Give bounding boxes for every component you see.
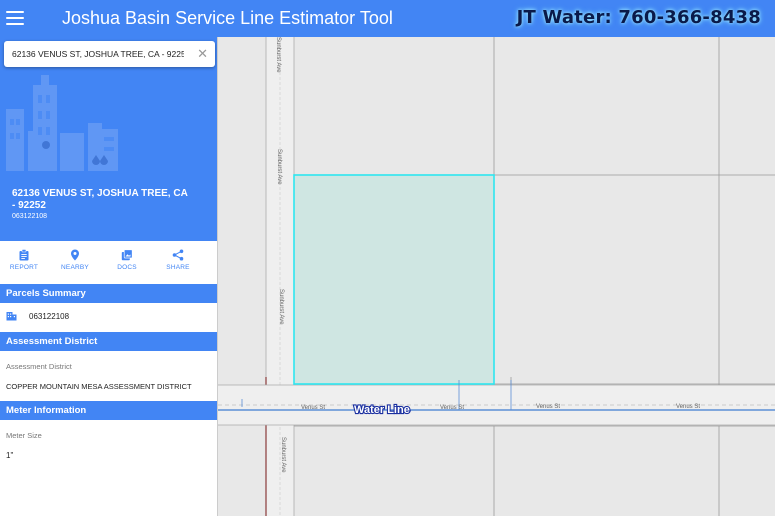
street-label-venus-2: Venus St [440,405,464,411]
report-button[interactable]: REPORT [6,249,42,271]
street-label-sunburst-1: Sunburst Ave [276,149,282,185]
assessment-district-value: COPPER MOUNTAIN MESA ASSESSMENT DISTRICT [6,382,192,391]
app-title: Joshua Basin Service Line Estimator Tool [62,8,393,28]
street-label-venus-4: Venus St [676,404,700,410]
hero-banner: ✕ 62136 VENUS ST, JOSHUA TREE, CA - 9225… [0,37,217,241]
meter-size-value: 1" [6,451,14,460]
street-label-venus-3: Venus St [536,404,560,410]
search-box: ✕ [4,41,215,67]
report-label: REPORT [9,264,39,271]
clipboard-icon [19,249,29,261]
assessment-district-label: Assessment District [6,362,72,371]
docs-label: DOCS [117,264,137,271]
street-label-sunburst-top: Sunburst Ave [275,37,281,73]
meter-size-label: Meter Size [6,431,42,440]
assessment-district-header[interactable]: Assessment District [0,332,217,351]
parcels-summary-header[interactable]: Parcels Summary [0,284,217,303]
location-pin-icon [71,249,79,261]
share-label: SHARE [166,264,190,271]
close-icon[interactable]: ✕ [197,46,208,62]
app-header: Joshua Basin Service Line Estimator Tool… [0,0,775,37]
action-bar: REPORT NEARBY DOCS SHARE [0,241,217,283]
parcel-map[interactable]: Sunburst Ave Sunburst Ave Sunburst Ave S… [218,37,775,516]
property-address: 62136 VENUS ST, JOSHUA TREE, CA - 92252 [12,188,188,211]
building-icon [6,312,17,321]
street-label-venus-1: Venus St [301,405,325,411]
map-view[interactable]: Sunburst Ave Sunburst Ave Sunburst Ave S… [218,37,775,516]
docs-button[interactable]: DOCS [109,249,145,271]
search-input[interactable] [4,49,184,59]
nearby-button[interactable]: NEARBY [57,249,93,271]
sidebar: ✕ 62136 VENUS ST, JOSHUA TREE, CA - 9225… [0,37,218,516]
documents-icon [121,249,133,261]
selected-parcel[interactable] [293,174,495,385]
nearby-label: NEARBY [61,264,89,271]
parcel-number[interactable]: 063122108 [29,312,69,321]
street-label-sunburst-3: Sunburst Ave [280,437,286,473]
share-button[interactable]: SHARE [160,249,196,271]
phone-contact: JT Water: 760-366-8438 [516,7,761,28]
share-icon [172,249,184,261]
property-parcel-id: 063122108 [12,213,48,220]
menu-icon[interactable] [6,11,24,25]
street-label-sunburst-2: Sunburst Ave [278,289,284,325]
water-line-label: Water Line [354,404,410,416]
meter-information-header[interactable]: Meter Information [0,401,217,420]
